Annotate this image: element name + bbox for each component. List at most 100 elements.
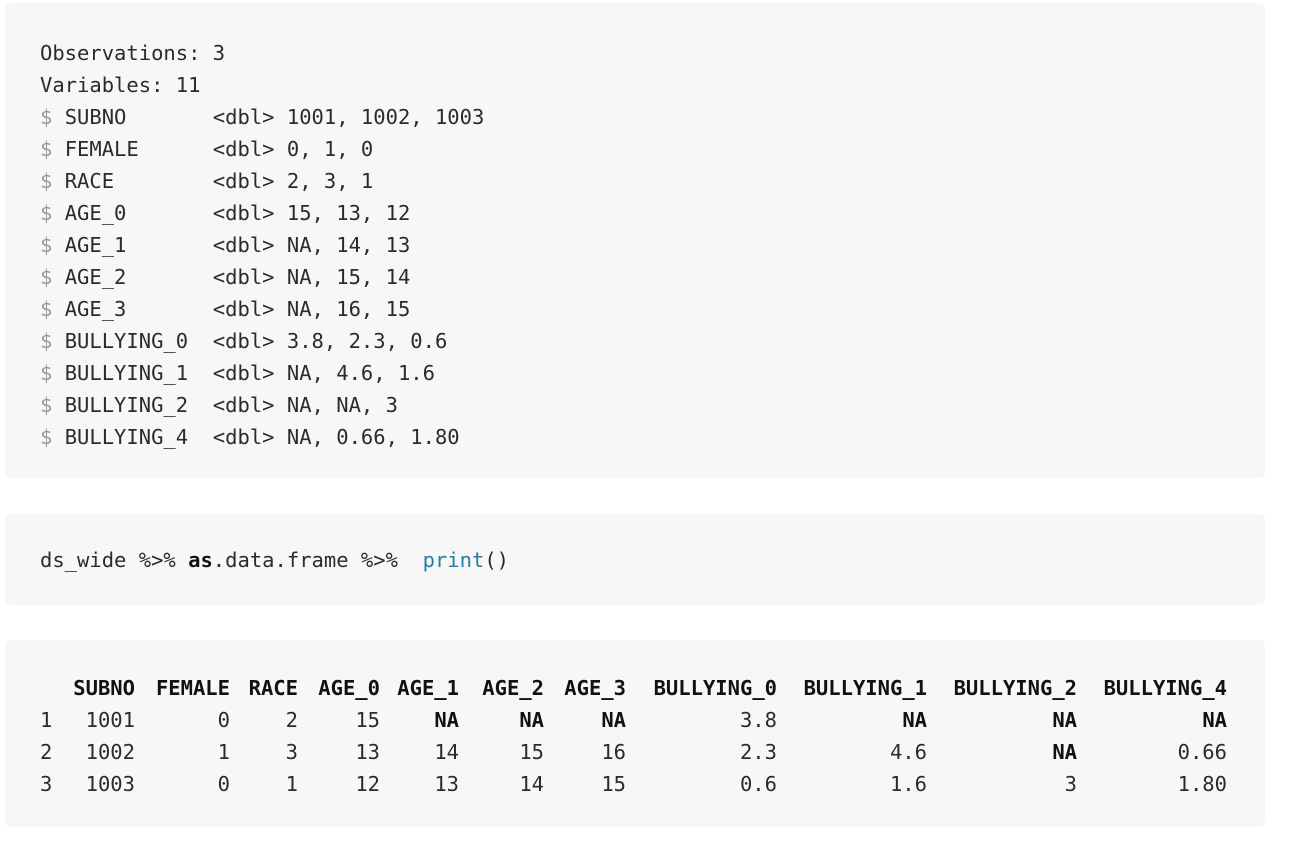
variable-name: BULLYING_4 — [64, 425, 201, 449]
glimpse-row: $ BULLYING_0 <dbl> 3.8, 2.3, 0.6 — [40, 325, 1265, 357]
dollar-sign: $ — [40, 297, 53, 321]
variable-values: NA, 14, 13 — [286, 233, 411, 257]
table-cell: 13 — [355, 740, 380, 764]
table-cell: NA — [434, 708, 459, 732]
table-cell: 15 — [355, 708, 380, 732]
glimpse-row: $ SUBNO <dbl> 1001, 1002, 1003 — [40, 101, 1265, 133]
variable-values: NA, 4.6, 1.6 — [286, 361, 435, 385]
table-cell: 1001 — [85, 708, 135, 732]
table-cell: 1 — [217, 740, 230, 764]
glimpse-row: $ BULLYING_4 <dbl> NA, 0.66, 1.80 — [40, 421, 1265, 453]
table-cell: 3 — [1064, 772, 1077, 796]
code-prefix: ds_wide %>% — [40, 548, 189, 572]
table-cell: 2 — [285, 708, 298, 732]
variable-name: AGE_1 — [64, 233, 201, 257]
observations-line: Observations: 3 — [40, 41, 226, 65]
variable-name: AGE_0 — [64, 201, 201, 225]
table-cell: 0 — [217, 772, 230, 796]
glimpse-row: $ AGE_0 <dbl> 15, 13, 12 — [40, 197, 1265, 229]
dataframe-output-block: SUBNO FEMALE RACE AGE_0 AGE_1 AGE_2 AGE_3 BULLY… — [5, 640, 1265, 827]
variable-type: <dbl> — [212, 169, 275, 193]
variable-name: AGE_2 — [64, 265, 201, 289]
variable-values: 1001, 1002, 1003 — [286, 105, 485, 129]
dollar-sign: $ — [40, 329, 53, 353]
glimpse-rows: $ SUBNO <dbl> 1001, 1002, 1003 $ FEMALE <… — [40, 101, 1265, 453]
table-cell: 1.6 — [889, 772, 927, 796]
table-row: 3 1003 0 1 12 13 14 15 0.6 1.6 3 1.80 — [40, 768, 1265, 800]
variable-type: <dbl> — [212, 137, 275, 161]
column-header: FEMALE — [155, 676, 230, 700]
variable-type: <dbl> — [212, 201, 275, 225]
table-cell: 1 — [285, 772, 298, 796]
variable-type: <dbl> — [212, 265, 275, 289]
column-header: AGE_1 — [397, 676, 459, 700]
glimpse-row: $ FEMALE <dbl> 0, 1, 0 — [40, 133, 1265, 165]
column-header: BULLYING_0 — [653, 676, 777, 700]
variable-type: <dbl> — [212, 361, 275, 385]
table-cell: 1003 — [85, 772, 135, 796]
glimpse-row: $ AGE_2 <dbl> NA, 15, 14 — [40, 261, 1265, 293]
dataframe-table: SUBNO FEMALE RACE AGE_0 AGE_1 AGE_2 AGE_3 BULLY… — [40, 672, 1265, 800]
code-function: print — [422, 548, 485, 572]
variable-type: <dbl> — [212, 297, 275, 321]
table-cell: 14 — [434, 740, 459, 764]
table-cell: 14 — [519, 772, 544, 796]
table-cell: NA — [519, 708, 544, 732]
row-index: 1 — [40, 708, 53, 732]
variables-line: Variables: 11 — [40, 73, 201, 97]
table-cell: 15 — [601, 772, 626, 796]
variable-type: <dbl> — [212, 329, 275, 353]
dollar-sign: $ — [40, 265, 53, 289]
column-header: AGE_3 — [564, 676, 626, 700]
glimpse-row: $ AGE_3 <dbl> NA, 16, 15 — [40, 293, 1265, 325]
variable-values: NA, 15, 14 — [286, 265, 411, 289]
variable-values: 2, 3, 1 — [286, 169, 374, 193]
glimpse-row: $ BULLYING_2 <dbl> NA, NA, 3 — [40, 389, 1265, 421]
code-keyword: as — [188, 548, 213, 572]
row-index: 2 — [40, 740, 53, 764]
code-suffix: () — [484, 548, 510, 572]
variable-name: SUBNO — [64, 105, 201, 129]
table-cell: 0.66 — [1177, 740, 1227, 764]
row-index: 3 — [40, 772, 53, 796]
variable-values: NA, 0.66, 1.80 — [286, 425, 460, 449]
table-cell: 15 — [519, 740, 544, 764]
variable-values: NA, NA, 3 — [286, 393, 398, 417]
table-cell: 1002 — [85, 740, 135, 764]
variable-name: BULLYING_2 — [64, 393, 201, 417]
variable-name: FEMALE — [64, 137, 201, 161]
code-block: ds_wide %>% as.data.frame %>% print() — [5, 514, 1265, 605]
variable-type: <dbl> — [212, 105, 275, 129]
table-cell: NA — [601, 708, 626, 732]
table-cell: NA — [902, 708, 927, 732]
dollar-sign: $ — [40, 425, 53, 449]
table-cell: 0 — [217, 708, 230, 732]
dollar-sign: $ — [40, 105, 53, 129]
code-line: ds_wide %>% as.data.frame %>% print() — [40, 544, 1265, 576]
variable-name: RACE — [64, 169, 201, 193]
table-cell: NA — [1052, 708, 1077, 732]
variable-type: <dbl> — [212, 393, 275, 417]
table-cell: 12 — [355, 772, 380, 796]
table-cell: 2.3 — [739, 740, 777, 764]
table-row: 1 1001 0 2 15 NA NA NA 3.8 NA NA NA — [40, 704, 1265, 736]
glimpse-row: $ BULLYING_1 <dbl> NA, 4.6, 1.6 — [40, 357, 1265, 389]
column-header: AGE_2 — [482, 676, 544, 700]
glimpse-row: $ RACE <dbl> 2, 3, 1 — [40, 165, 1265, 197]
variable-type: <dbl> — [212, 233, 275, 257]
dollar-sign: $ — [40, 201, 53, 225]
variable-name: BULLYING_1 — [64, 361, 201, 385]
column-header: SUBNO — [73, 676, 135, 700]
column-header: RACE — [248, 676, 298, 700]
table-cell: NA — [1052, 740, 1077, 764]
table-cell: NA — [1202, 708, 1227, 732]
variable-values: NA, 16, 15 — [286, 297, 411, 321]
column-header: BULLYING_4 — [1103, 676, 1227, 700]
dollar-sign: $ — [40, 393, 53, 417]
column-header: AGE_0 — [318, 676, 380, 700]
table-cell: 3 — [285, 740, 298, 764]
variable-name: BULLYING_0 — [64, 329, 201, 353]
variable-name: AGE_3 — [64, 297, 201, 321]
column-header: BULLYING_1 — [803, 676, 927, 700]
dollar-sign: $ — [40, 361, 53, 385]
